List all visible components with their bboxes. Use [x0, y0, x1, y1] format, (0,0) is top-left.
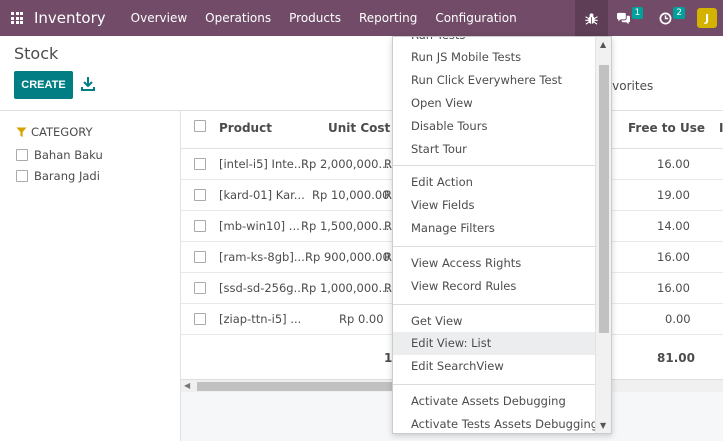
menu-item-edit-view-list[interactable]: Edit View: List [393, 332, 596, 355]
menu-item-run-click-everywhere-test[interactable]: Run Click Everywhere Test [393, 69, 596, 92]
user-avatar[interactable]: J [697, 8, 717, 28]
create-button[interactable]: CREATE [14, 71, 73, 99]
messages-count-badge: 1 [631, 7, 644, 19]
menu-item-view-access-rights[interactable]: View Access Rights [393, 252, 596, 275]
debug-dropdown-menu: Run Tests Run JS Mobile Tests Run Click … [392, 36, 612, 434]
menu-item-start-tour[interactable]: Start Tour [393, 138, 596, 161]
column-header-more[interactable]: I [719, 121, 723, 135]
messages-systray[interactable]: 1 [608, 0, 652, 36]
menu-reporting[interactable]: Reporting [350, 0, 426, 36]
unit-cost-cell: Rp 900,000.00 [305, 250, 390, 264]
dropdown-scrollbar[interactable]: ▲ ▼ [595, 37, 611, 433]
horizontal-scroll-thumb[interactable] [197, 382, 409, 391]
menu-separator [393, 246, 596, 247]
menu-item-view-fields[interactable]: View Fields [393, 194, 596, 217]
checkbox[interactable] [16, 149, 28, 161]
debug-menu-toggle[interactable] [574, 0, 608, 36]
product-cell: [ziap-ttn-i5] ... [219, 312, 302, 326]
row-checkbox[interactable] [194, 189, 206, 201]
scroll-left-icon[interactable]: ◀ [184, 381, 190, 390]
menu-item-edit-searchview[interactable]: Edit SearchView [393, 355, 596, 378]
product-cell: [ssd-sd-256g... [219, 281, 305, 295]
menu-item-edit-action[interactable]: Edit Action [393, 171, 596, 194]
comments-icon [616, 12, 630, 24]
page-title: Stock [14, 44, 59, 63]
free-to-use-cell: 14.00 [657, 219, 690, 233]
menu-products[interactable]: Products [280, 0, 350, 36]
row-checkbox[interactable] [194, 220, 206, 232]
dropdown-scroll-thumb[interactable] [599, 65, 609, 333]
apps-menu-icon[interactable] [0, 0, 34, 36]
menu-item-open-view[interactable]: Open View [393, 92, 596, 115]
activities-count-badge: 2 [673, 7, 685, 19]
app-name[interactable]: Inventory [34, 9, 106, 27]
unit-cost-cell: Rp 10,000.00 [312, 188, 390, 202]
menu-overview[interactable]: Overview [122, 0, 197, 36]
product-cell: [intel-i5] Inte... [219, 157, 305, 171]
unit-cost-cell: Rp 0.00 [339, 312, 384, 326]
row-checkbox[interactable] [194, 282, 206, 294]
menu-operations[interactable]: Operations [196, 0, 280, 36]
product-cell: [mb-win10] ... [219, 219, 300, 233]
free-to-use-cell: 19.00 [657, 188, 690, 202]
menu-separator [393, 304, 596, 305]
unit-cost-cell: Rp 1,500,000... [301, 219, 390, 233]
column-header-free-to-use[interactable]: Free to Use [628, 121, 705, 135]
menu-item-disable-tours[interactable]: Disable Tours [393, 115, 596, 138]
menu-separator [393, 384, 596, 385]
category-item-bahan-baku[interactable]: Bahan Baku [16, 148, 103, 162]
truncated-cell: R [384, 281, 392, 295]
category-item-label: Bahan Baku [34, 148, 103, 162]
truncated-cell: R [384, 157, 392, 171]
row-checkbox[interactable] [194, 251, 206, 263]
free-to-use-cell: 0.00 [665, 312, 691, 326]
menu-item-activate-assets-debugging[interactable]: Activate Assets Debugging [393, 390, 596, 413]
free-to-use-cell: 16.00 [657, 157, 690, 171]
menu-configuration[interactable]: Configuration [426, 0, 525, 36]
row-checkbox[interactable] [194, 158, 206, 170]
category-header-label: CATEGORY [31, 125, 93, 139]
category-header: CATEGORY [16, 125, 93, 139]
checkbox[interactable] [16, 170, 28, 182]
truncated-cell: R [384, 219, 392, 233]
free-to-use-cell: 16.00 [657, 250, 690, 264]
menu-item-activate-tests-assets-debugging[interactable]: Activate Tests Assets Debugging [393, 413, 598, 433]
total-free-to-use: 81.00 [657, 351, 695, 365]
category-item-label: Barang Jadi [34, 169, 100, 183]
column-header-product[interactable]: Product [219, 121, 272, 135]
free-to-use-cell: 16.00 [657, 281, 690, 295]
activities-systray[interactable]: 2 [651, 0, 693, 36]
download-icon[interactable] [81, 76, 95, 92]
scroll-down-icon[interactable]: ▼ [600, 421, 606, 430]
filter-icon [16, 126, 27, 137]
top-navbar: Inventory Overview Operations Products R… [0, 0, 723, 36]
menu-item-run-js-mobile-tests[interactable]: Run JS Mobile Tests [393, 46, 596, 69]
unit-cost-cell: Rp 2,000,000... [301, 157, 390, 171]
category-item-barang-jadi[interactable]: Barang Jadi [16, 169, 100, 183]
product-cell: [kard-01] Kar... [219, 188, 305, 202]
truncated-cell: R [384, 188, 392, 202]
unit-cost-cell: Rp 1,000,000... [301, 281, 390, 295]
menu-item-manage-filters[interactable]: Manage Filters [393, 217, 596, 240]
column-header-unit-cost[interactable]: Unit Cost [328, 121, 390, 135]
menu-item-get-view[interactable]: Get View [393, 310, 596, 333]
select-all-checkbox[interactable] [194, 120, 206, 132]
row-checkbox[interactable] [194, 313, 206, 325]
menu-item-view-record-rules[interactable]: View Record Rules [393, 275, 596, 298]
category-sidebar: CATEGORY Bahan Baku Barang Jadi [0, 111, 180, 441]
scroll-up-icon[interactable]: ▲ [600, 40, 606, 49]
product-cell: [ram-ks-8gb]... [219, 250, 305, 264]
clock-icon [659, 12, 672, 24]
menu-separator [393, 165, 596, 166]
bug-icon [584, 12, 598, 24]
truncated-cell: R [384, 250, 392, 264]
